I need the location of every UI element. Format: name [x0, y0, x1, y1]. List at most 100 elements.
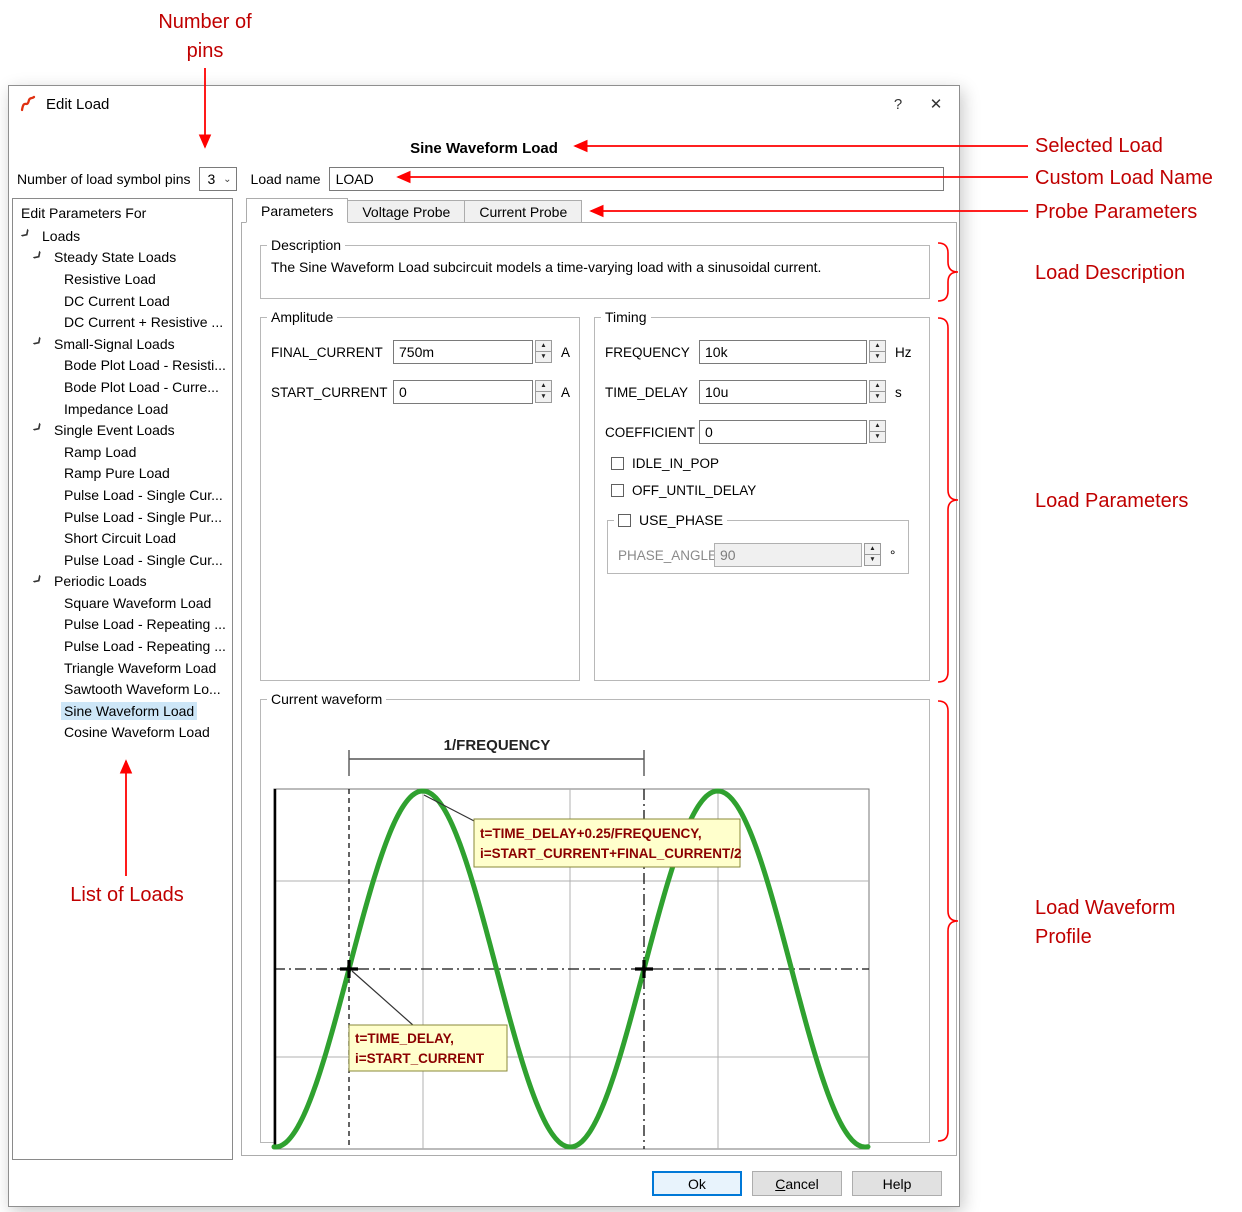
param-input-frequency[interactable]: 10k: [699, 340, 867, 364]
spinner-frequency[interactable]: ▲▼: [869, 340, 886, 364]
use-phase-row: PHASE_ANGLE90▲▼°: [608, 542, 908, 568]
tree-item-dc-current-load[interactable]: DC Current Load: [13, 290, 232, 312]
ok-button[interactable]: Ok: [652, 1171, 742, 1196]
tree-item-periodic-loads[interactable]: ❯ Periodic Loads: [13, 571, 232, 593]
tree-item-label: Ramp Load: [61, 443, 139, 461]
tree-item-label: Sawtooth Waveform Lo...: [61, 680, 224, 698]
spinner-final-current[interactable]: ▲▼: [535, 340, 552, 364]
chevron-expanded-icon[interactable]: ❯: [31, 572, 44, 585]
tree-item-dc-current-resistive[interactable]: DC Current + Resistive ...: [13, 311, 232, 333]
period-label: 1/FREQUENCY: [444, 737, 551, 754]
pins-dropdown[interactable]: 3 ⌄: [199, 167, 237, 191]
spinner-start-current[interactable]: ▲▼: [535, 380, 552, 404]
chevron-expanded-icon[interactable]: ❯: [19, 227, 32, 240]
tree-item-pulse-load-repeating[interactable]: Pulse Load - Repeating ...: [13, 614, 232, 636]
chevron-expanded-icon[interactable]: ❯: [31, 249, 44, 262]
spinner-down-icon[interactable]: ▼: [869, 351, 886, 363]
spinner-coefficient[interactable]: ▲▼: [869, 420, 886, 444]
tree-item-ramp-pure-load[interactable]: Ramp Pure Load: [13, 463, 232, 485]
param-unit-phase-angle: °: [890, 548, 895, 563]
tree-item-pulse-load-repeating[interactable]: Pulse Load - Repeating ...: [13, 635, 232, 657]
param-input-time-delay[interactable]: 10u: [699, 380, 867, 404]
tree-item-steady-state-loads[interactable]: ❯ Steady State Loads: [13, 247, 232, 269]
chevron-expanded-icon[interactable]: ❯: [31, 335, 44, 348]
tree-item-triangle-waveform-load[interactable]: Triangle Waveform Load: [13, 657, 232, 679]
tree-item-label: Periodic Loads: [51, 572, 150, 590]
spinner-down-icon[interactable]: ▼: [535, 391, 552, 403]
checkbox-row-off-until-delay[interactable]: OFF_UNTIL_DELAY: [611, 480, 929, 500]
param-label-start-current: START_CURRENT: [271, 385, 393, 400]
amplitude-rows: FINAL_CURRENT750m▲▼ASTART_CURRENT0▲▼A: [261, 339, 579, 405]
tree-item-single-event-loads[interactable]: ❯ Single Event Loads: [13, 419, 232, 441]
param-label-final-current: FINAL_CURRENT: [271, 345, 393, 360]
tree-item-small-signal-loads[interactable]: ❯Small-Signal Loads: [13, 333, 232, 355]
tab-voltage-probe[interactable]: Voltage Probe: [347, 200, 465, 223]
tree-item-impedance-load[interactable]: Impedance Load: [13, 398, 232, 420]
annotation-number-of-pins: Number of pins: [140, 8, 270, 66]
start-callout-line2: i=START_CURRENT: [355, 1051, 485, 1066]
tab-parameters[interactable]: Parameters: [246, 198, 348, 223]
tree-item-label: Steady State Loads: [51, 248, 179, 266]
use-phase-checkbox[interactable]: [618, 514, 631, 527]
checkbox-label: OFF_UNTIL_DELAY: [632, 483, 756, 498]
spinner-time-delay[interactable]: ▲▼: [869, 380, 886, 404]
annotation-selected-load: Selected Load: [1035, 132, 1163, 161]
tree-item-label: Pulse Load - Repeating ...: [61, 615, 229, 633]
tree-item-square-waveform-load[interactable]: Square Waveform Load: [13, 592, 232, 614]
timing-rows: FREQUENCY10k▲▼HzTIME_DELAY10u▲▼sCOEFFICI…: [595, 339, 929, 445]
peak-callout-line1: t=TIME_DELAY+0.25/FREQUENCY,: [480, 826, 702, 841]
spinner-phase-angle[interactable]: ▲▼: [864, 543, 881, 567]
waveform-groupbox: Current waveform 1/FREQUENCY: [260, 691, 930, 1143]
param-input-start-current[interactable]: 0: [393, 380, 533, 404]
spinner-down-icon[interactable]: ▼: [869, 431, 886, 443]
tree-item-sawtooth-waveform-lo[interactable]: Sawtooth Waveform Lo...: [13, 678, 232, 700]
tree-item-cosine-waveform-load[interactable]: Cosine Waveform Load: [13, 722, 232, 744]
param-label-coefficient: COEFFICIENT: [605, 425, 699, 440]
chevron-expanded-icon[interactable]: ❯: [31, 421, 44, 434]
annotation-custom-load-name: Custom Load Name: [1035, 164, 1213, 193]
checkbox-row-idle-in-pop[interactable]: IDLE_IN_POP: [611, 453, 929, 473]
start-callout-line1: t=TIME_DELAY,: [355, 1031, 454, 1046]
waveform-legend: Current waveform: [267, 691, 386, 707]
tree-item-label: Single Event Loads: [51, 421, 178, 439]
tab-bar: ParametersVoltage ProbeCurrent Probe: [246, 198, 581, 223]
spinner-down-icon[interactable]: ▼: [869, 391, 886, 403]
annotation-load-waveform-profile: Load Waveform Profile: [1035, 894, 1210, 952]
tree-item-pulse-load-single-cur[interactable]: Pulse Load - Single Cur...: [13, 549, 232, 571]
right-panel: ParametersVoltage ProbeCurrent Probe Des…: [241, 198, 958, 1158]
param-input-phase-angle[interactable]: 90: [714, 543, 862, 567]
tree-item-bode-plot-load-resisti[interactable]: Bode Plot Load - Resisti...: [13, 355, 232, 377]
tab-current-probe[interactable]: Current Probe: [464, 200, 582, 223]
checkbox-idle-in-pop[interactable]: [611, 457, 624, 470]
footer: Ok Cancel Help: [652, 1171, 942, 1196]
tree-item-label: Resistive Load: [61, 270, 159, 288]
spinner-down-icon[interactable]: ▼: [535, 351, 552, 363]
close-button[interactable]: ✕: [917, 90, 955, 118]
checkbox-off-until-delay[interactable]: [611, 484, 624, 497]
param-unit-frequency: Hz: [895, 345, 912, 360]
page: Number of pins Selected Load Custom Load…: [0, 0, 1242, 1212]
tree-item-pulse-load-single-cur[interactable]: Pulse Load - Single Cur...: [13, 484, 232, 506]
cancel-button[interactable]: Cancel: [752, 1171, 842, 1196]
tree-item-label: Sine Waveform Load: [61, 702, 197, 720]
help-button-footer[interactable]: Help: [852, 1171, 942, 1196]
load-name-input[interactable]: [329, 167, 944, 191]
tree-item-loads[interactable]: ❯Loads: [13, 225, 232, 247]
timing-checkboxes: IDLE_IN_POP OFF_UNTIL_DELAY: [595, 453, 929, 500]
tree-item-sine-waveform-load[interactable]: Sine Waveform Load: [13, 700, 232, 722]
param-input-final-current[interactable]: 750m: [393, 340, 533, 364]
help-button[interactable]: ?: [879, 90, 917, 118]
pins-value: 3: [208, 171, 224, 187]
param-input-coefficient[interactable]: 0: [699, 420, 867, 444]
tree-item-short-circuit-load[interactable]: Short Circuit Load: [13, 527, 232, 549]
timing-legend: Timing: [601, 309, 651, 325]
tree-item-bode-plot-load-curre[interactable]: Bode Plot Load - Curre...: [13, 376, 232, 398]
use-phase-label: USE_PHASE: [639, 512, 723, 528]
spinner-down-icon[interactable]: ▼: [864, 554, 881, 566]
peak-callout-line2: i=START_CURRENT+FINAL_CURRENT/2: [480, 846, 742, 861]
title-bar[interactable]: Edit Load ? ✕: [9, 86, 959, 122]
tree-item-resistive-load[interactable]: Resistive Load: [13, 268, 232, 290]
load-tree[interactable]: Edit Parameters For ❯Loads❯Steady State …: [12, 198, 233, 1160]
tree-item-pulse-load-single-pur[interactable]: Pulse Load - Single Pur...: [13, 506, 232, 528]
tree-item-ramp-load[interactable]: Ramp Load: [13, 441, 232, 463]
